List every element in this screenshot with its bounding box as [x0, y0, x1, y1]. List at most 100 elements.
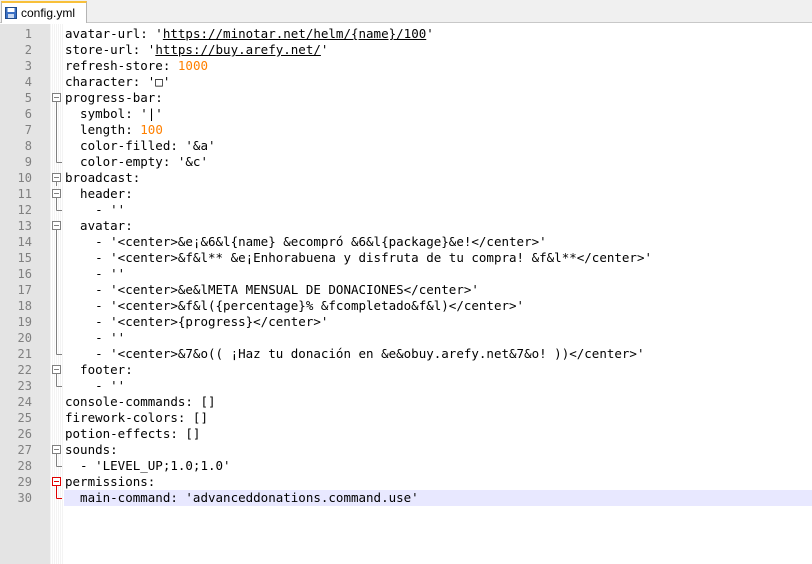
- line-number: 4: [24, 75, 32, 89]
- code-line[interactable]: 5 progress-bar:: [0, 90, 812, 106]
- code-line[interactable]: 7 length: 100: [0, 122, 812, 138]
- line-number: 7: [24, 123, 32, 137]
- text-token: broadcast:: [65, 170, 141, 185]
- code-text[interactable]: permissions:: [65, 474, 155, 490]
- line-number: 28: [17, 459, 32, 473]
- code-text[interactable]: symbol: '|': [65, 106, 163, 122]
- text-token: symbol: '|': [65, 106, 163, 121]
- code-line[interactable]: 25 firework-colors: []: [0, 410, 812, 426]
- code-text[interactable]: avatar-url: 'https://minotar.net/helm/{n…: [65, 26, 434, 42]
- tab-bar: config.yml: [0, 0, 812, 23]
- code-line[interactable]: 11 header:: [0, 186, 812, 202]
- code-line[interactable]: 17 - '<center>&e&lMETA MENSUAL DE DONACI…: [0, 282, 812, 298]
- code-text[interactable]: color-empty: '&c': [65, 154, 208, 170]
- fold-line-icon: [51, 458, 63, 474]
- code-line[interactable]: 1 avatar-url: 'https://minotar.net/helm/{…: [0, 26, 812, 42]
- fold-toggle-icon[interactable]: [51, 442, 63, 458]
- tab-config-yml[interactable]: config.yml: [1, 1, 87, 23]
- text-token: - '<center>&e¡&6&l{name} &ecompró &6&l{p…: [65, 234, 547, 249]
- code-text[interactable]: character: '□': [65, 74, 170, 90]
- code-text[interactable]: length: 100: [65, 122, 163, 138]
- fold-line-icon: [51, 154, 63, 170]
- code-line[interactable]: 10 broadcast:: [0, 170, 812, 186]
- line-number: 9: [24, 155, 32, 169]
- code-line[interactable]: 28 - 'LEVEL_UP;1.0;1.0': [0, 458, 812, 474]
- code-text[interactable]: - '<center>&e&lMETA MENSUAL DE DONACIONE…: [65, 282, 479, 298]
- code-text[interactable]: progress-bar:: [65, 90, 163, 106]
- code-line[interactable]: 13 avatar:: [0, 218, 812, 234]
- line-number: 8: [24, 139, 32, 153]
- code-text[interactable]: - '<center>{progress}</center>': [65, 314, 328, 330]
- code-line[interactable]: 9 color-empty: '&c': [0, 154, 812, 170]
- code-line[interactable]: 19 - '<center>{progress}</center>': [0, 314, 812, 330]
- url-link[interactable]: https://minotar.net/helm/{name}/100: [163, 26, 426, 41]
- fold-toggle-icon[interactable]: [51, 474, 63, 490]
- text-token: - '<center>{progress}</center>': [65, 314, 329, 329]
- code-editor[interactable]: 1 avatar-url: 'https://minotar.net/helm/{…: [0, 24, 812, 564]
- code-line[interactable]: 15 - '<center>&f&l** &e¡Enhorabuena y di…: [0, 250, 812, 266]
- text-token: main-command: 'advanceddonations.command…: [65, 490, 419, 505]
- code-text[interactable]: - 'LEVEL_UP;1.0;1.0': [65, 458, 231, 474]
- fold-toggle-icon[interactable]: [51, 362, 63, 378]
- fold-line-icon: [51, 234, 63, 250]
- code-text[interactable]: footer:: [65, 362, 133, 378]
- code-text[interactable]: - '<center>&f&l({percentage}% &fcompleta…: [65, 298, 524, 314]
- code-line[interactable]: 24 console-commands: []: [0, 394, 812, 410]
- code-text[interactable]: - '<center>&7&o(( ¡Haz tu donación en &e…: [65, 346, 644, 362]
- code-text[interactable]: firework-colors: []: [65, 410, 208, 426]
- code-line[interactable]: 2 store-url: 'https://buy.arefy.net/': [0, 42, 812, 58]
- line-number: 13: [17, 219, 32, 233]
- number-token: 100: [140, 122, 163, 137]
- text-token: potion-effects: []: [65, 426, 201, 441]
- code-line[interactable]: 21 - '<center>&7&o(( ¡Haz tu donación en…: [0, 346, 812, 362]
- code-text[interactable]: avatar:: [65, 218, 133, 234]
- fold-toggle-icon[interactable]: [51, 170, 63, 186]
- code-line[interactable]: 26 potion-effects: []: [0, 426, 812, 442]
- code-text[interactable]: store-url: 'https://buy.arefy.net/': [65, 42, 328, 58]
- code-text[interactable]: color-filled: '&a': [65, 138, 215, 154]
- code-text[interactable]: header:: [65, 186, 133, 202]
- code-line[interactable]: 22 footer:: [0, 362, 812, 378]
- code-text[interactable]: - '': [65, 266, 125, 282]
- code-text[interactable]: potion-effects: []: [65, 426, 200, 442]
- text-token: firework-colors: []: [65, 410, 208, 425]
- fold-line-icon: [51, 250, 63, 266]
- code-line[interactable]: 27 sounds:: [0, 442, 812, 458]
- code-text[interactable]: main-command: 'advanceddonations.command…: [65, 490, 419, 506]
- code-line[interactable]: 30 main-command: 'advanceddonations.comm…: [0, 490, 812, 506]
- code-text[interactable]: broadcast:: [65, 170, 140, 186]
- fold-toggle-icon[interactable]: [51, 186, 63, 202]
- text-token: - '': [65, 378, 126, 393]
- code-line[interactable]: 6 symbol: '|': [0, 106, 812, 122]
- text-token: ': [426, 26, 434, 41]
- code-text[interactable]: refresh-store: 1000: [65, 58, 208, 74]
- fold-toggle-icon[interactable]: [51, 90, 63, 106]
- url-link[interactable]: https://buy.arefy.net/: [155, 42, 321, 57]
- code-text[interactable]: - '<center>&e¡&6&l{name} &ecompró &6&l{p…: [65, 234, 547, 250]
- text-token: - '<center>&f&l** &e¡Enhorabuena y disfr…: [65, 250, 652, 265]
- text-token: footer:: [65, 362, 133, 377]
- code-line[interactable]: 20 - '': [0, 330, 812, 346]
- code-line[interactable]: 3 refresh-store: 1000: [0, 58, 812, 74]
- line-number: 3: [24, 59, 32, 73]
- line-number: 30: [17, 491, 32, 505]
- fold-toggle-icon[interactable]: [51, 218, 63, 234]
- code-line[interactable]: 29 permissions:: [0, 474, 812, 490]
- fold-line-icon: [51, 122, 63, 138]
- code-line[interactable]: 14 - '<center>&e¡&6&l{name} &ecompró &6&…: [0, 234, 812, 250]
- code-text[interactable]: - '<center>&f&l** &e¡Enhorabuena y disfr…: [65, 250, 652, 266]
- code-line[interactable]: 18 - '<center>&f&l({percentage}% &fcompl…: [0, 298, 812, 314]
- code-text[interactable]: - '': [65, 202, 125, 218]
- code-line[interactable]: 8 color-filled: '&a': [0, 138, 812, 154]
- code-line[interactable]: 16 - '': [0, 266, 812, 282]
- code-text[interactable]: - '': [65, 330, 125, 346]
- code-text[interactable]: console-commands: []: [65, 394, 216, 410]
- code-text[interactable]: sounds:: [65, 442, 118, 458]
- code-text[interactable]: - '': [65, 378, 125, 394]
- fold-empty: [51, 426, 63, 442]
- text-token: - '<center>&f&l({percentage}% &fcompleta…: [65, 298, 525, 313]
- line-number: 27: [17, 443, 32, 457]
- code-line[interactable]: 23 - '': [0, 378, 812, 394]
- code-line[interactable]: 12 - '': [0, 202, 812, 218]
- code-line[interactable]: 4 character: '□': [0, 74, 812, 90]
